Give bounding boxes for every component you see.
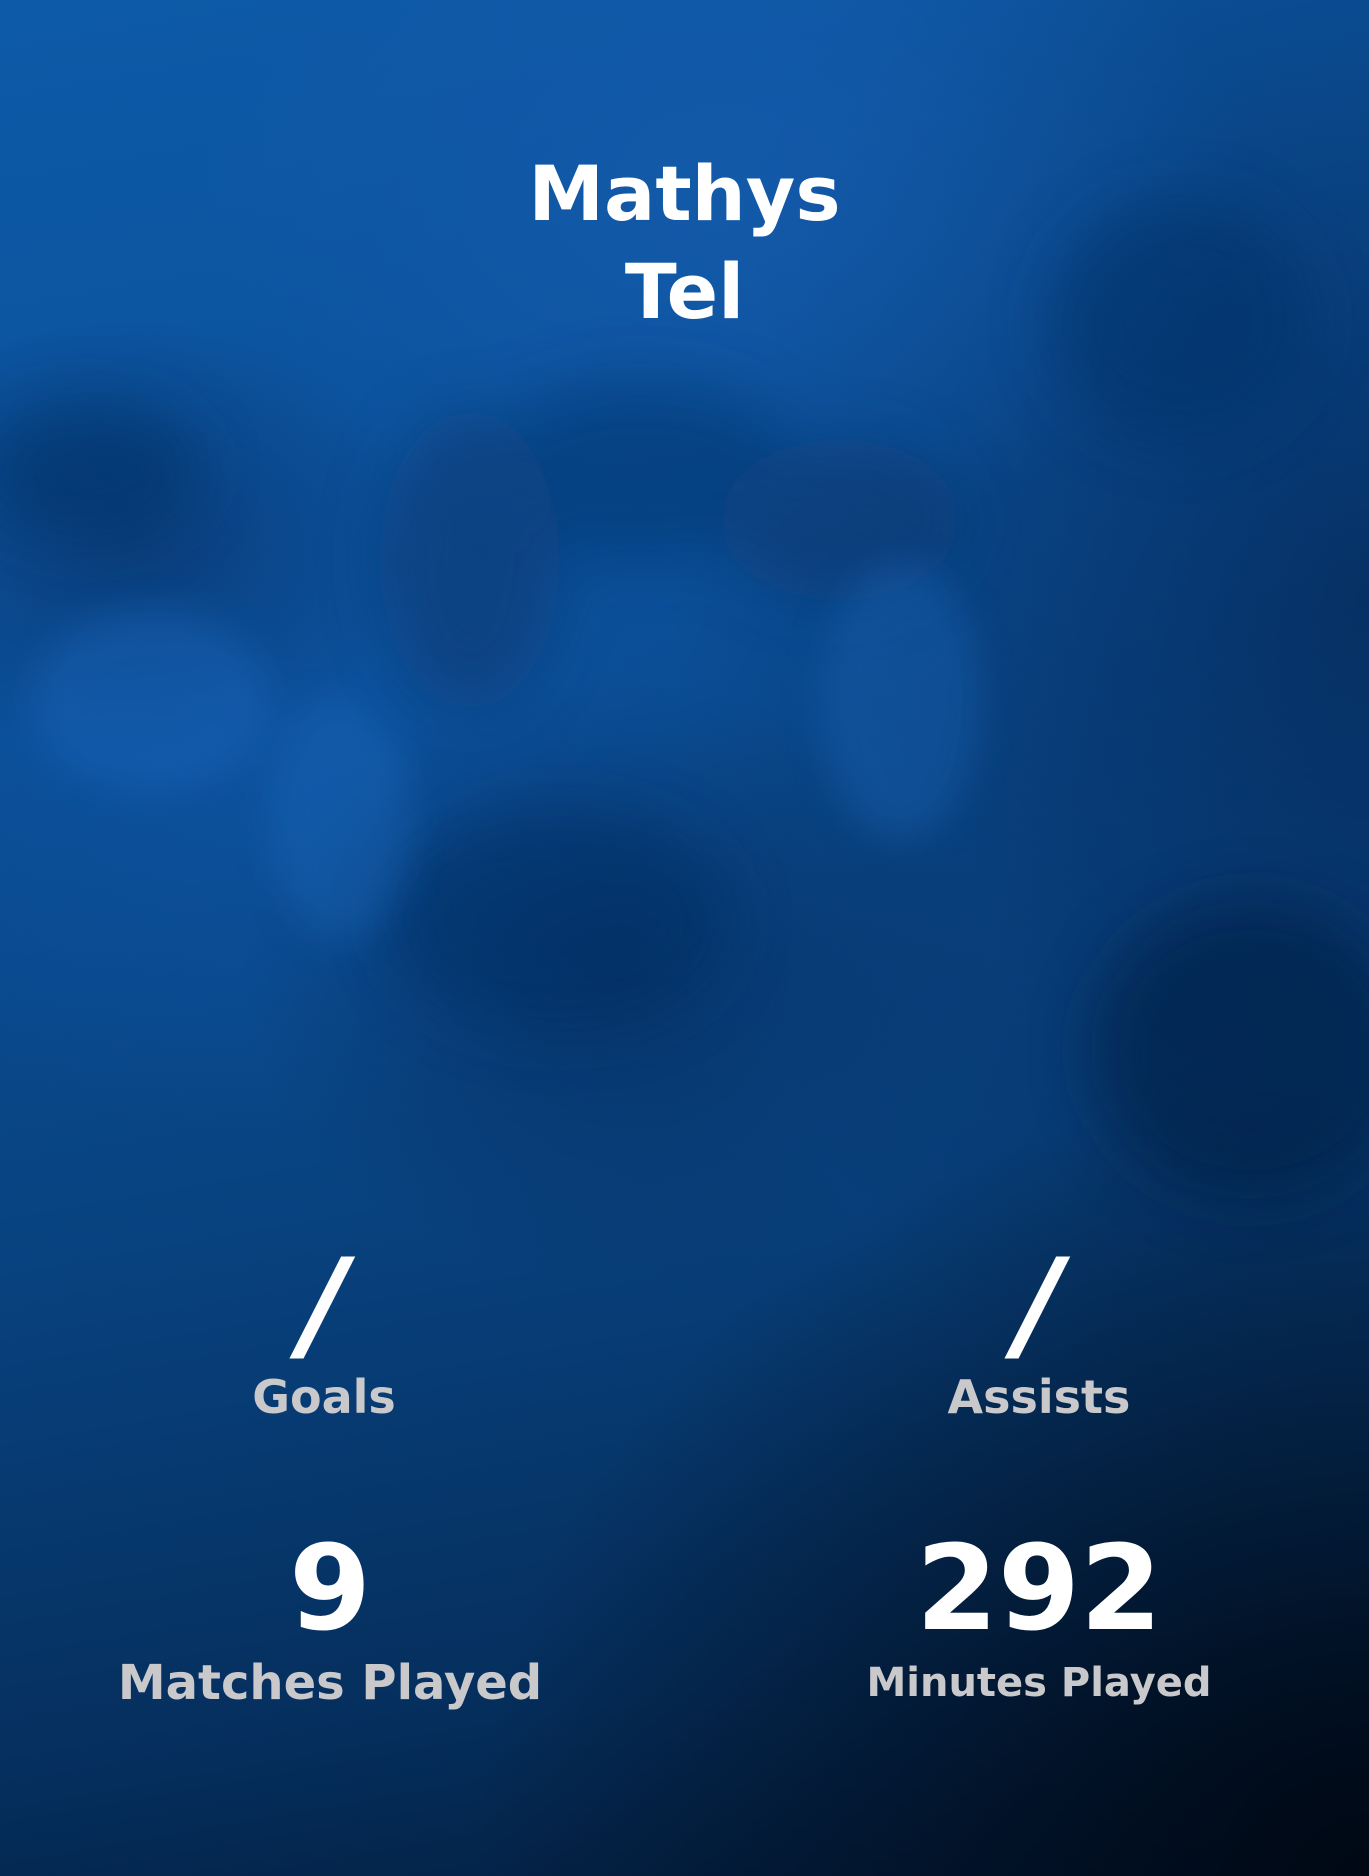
minutes-played-value: 292 — [915, 1519, 1163, 1657]
minutes-played-label: Minutes Played — [866, 1660, 1212, 1706]
assists-value: / — [1016, 1233, 1062, 1377]
assists-stat: / Assists — [759, 1235, 1319, 1425]
assists-label: Assists — [947, 1370, 1131, 1424]
goals-label: Goals — [252, 1370, 396, 1424]
minutes-played-stat: 292 Minutes Played — [759, 1525, 1319, 1713]
goals-value: / — [301, 1233, 347, 1377]
goals-stat: / Goals — [44, 1235, 604, 1425]
player-last-name: Tel — [624, 247, 745, 336]
matches-played-value: 9 — [288, 1519, 372, 1657]
player-first-name: Mathys — [528, 149, 841, 238]
matches-played-label: Matches Played — [117, 1655, 543, 1711]
matches-played-stat: 9 Matches Played — [50, 1525, 610, 1713]
